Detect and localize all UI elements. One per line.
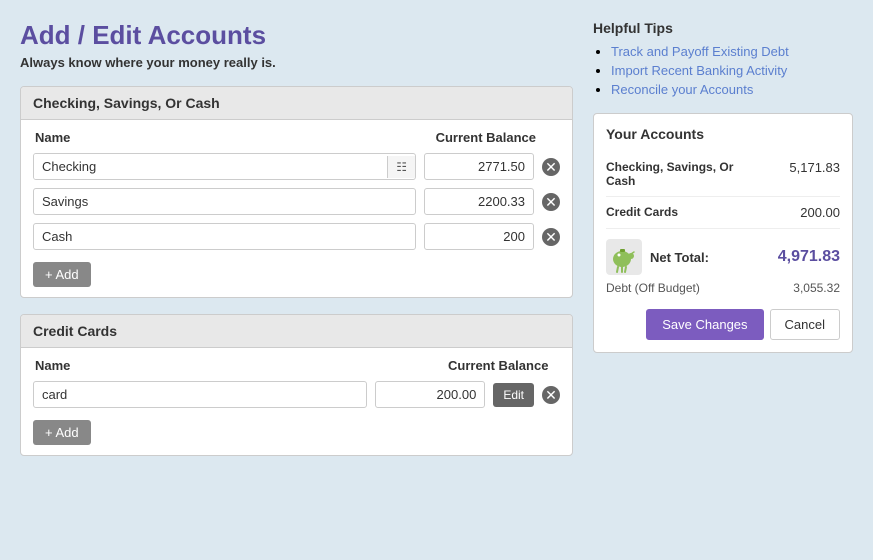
balance-col-label: Current Balance (436, 130, 536, 145)
checking-icon-btn[interactable]: ☷ (387, 156, 415, 178)
checking-remove-btn[interactable]: ✕ (542, 158, 560, 176)
name-col-label: Name (35, 130, 70, 145)
checking-savings-header: Checking, Savings, Or Cash (21, 87, 572, 120)
savings-balance-input[interactable] (424, 188, 534, 215)
tip-link-import[interactable]: Import Recent Banking Activity (611, 63, 787, 78)
helpful-tips-list: Track and Payoff Existing Debt Import Re… (593, 44, 853, 97)
credit-cards-header: Credit Cards (21, 315, 572, 348)
list-item: Reconcile your Accounts (611, 82, 853, 97)
debt-row: Debt (Off Budget) 3,055.32 (606, 279, 840, 303)
debt-label: Debt (Off Budget) (606, 281, 700, 295)
cancel-button[interactable]: Cancel (770, 309, 840, 340)
list-item: Track and Payoff Existing Debt (611, 44, 853, 59)
cash-name-input[interactable] (33, 223, 416, 250)
cash-remove-btn[interactable]: ✕ (542, 228, 560, 246)
checking-savings-summary-label: Checking, Savings, OrCash (606, 160, 789, 188)
page-subtitle: Always know where your money really is. (20, 55, 573, 70)
card-remove-btn[interactable]: ✕ (542, 386, 560, 404)
cc-balance-col-label: Current Balance (448, 358, 558, 373)
checking-name-field-wrapper: ☷ (33, 153, 416, 180)
net-total-label: Net Total: (650, 250, 709, 265)
debt-value: 3,055.32 (793, 281, 840, 295)
cc-name-col-label: Name (35, 358, 440, 373)
checking-savings-section: Checking, Savings, Or Cash Name Current … (20, 86, 573, 298)
tip-link-debt[interactable]: Track and Payoff Existing Debt (611, 44, 789, 59)
credit-card-add-button[interactable]: + Add (33, 420, 91, 445)
checking-row: ☷ ✕ (33, 153, 560, 180)
checking-name-input[interactable] (34, 154, 387, 179)
save-changes-button[interactable]: Save Changes (646, 309, 763, 340)
net-total-section: Net Total: 4,971.83 (606, 229, 840, 279)
savings-name-input[interactable] (33, 188, 416, 215)
card-edit-button[interactable]: Edit (493, 383, 534, 407)
checking-savings-summary-row: Checking, Savings, OrCash 5,171.83 (606, 152, 840, 197)
credit-cards-summary-row: Credit Cards 200.00 (606, 197, 840, 229)
helpful-tips-title: Helpful Tips (593, 20, 853, 36)
checking-balance-input[interactable] (424, 153, 534, 180)
credit-cards-section: Credit Cards Name Current Balance Edit ✕… (20, 314, 573, 456)
savings-remove-btn[interactable]: ✕ (542, 193, 560, 211)
checking-savings-summary-value: 5,171.83 (789, 160, 840, 175)
savings-row: ✕ (33, 188, 560, 215)
card-balance-input[interactable] (375, 381, 485, 408)
helpful-tips-section: Helpful Tips Track and Payoff Existing D… (593, 20, 853, 97)
card-row: Edit ✕ (33, 381, 560, 408)
tip-link-reconcile[interactable]: Reconcile your Accounts (611, 82, 753, 97)
cash-row: ✕ (33, 223, 560, 250)
your-accounts-title: Your Accounts (606, 126, 840, 142)
credit-cards-summary-value: 200.00 (800, 205, 840, 220)
piggy-bank-icon (606, 239, 642, 275)
checking-add-button[interactable]: + Add (33, 262, 91, 287)
card-name-input[interactable] (33, 381, 367, 408)
cash-balance-input[interactable] (424, 223, 534, 250)
credit-cards-summary-label: Credit Cards (606, 205, 800, 219)
net-total-value: 4,971.83 (778, 248, 840, 266)
page-title: Add / Edit Accounts (20, 20, 573, 51)
accounts-summary-card: Your Accounts Checking, Savings, OrCash … (593, 113, 853, 353)
list-item: Import Recent Banking Activity (611, 63, 853, 78)
cc-col-headers: Name Current Balance (33, 358, 560, 373)
checking-col-headers: Name Current Balance (33, 130, 560, 145)
action-buttons: Save Changes Cancel (606, 309, 840, 340)
